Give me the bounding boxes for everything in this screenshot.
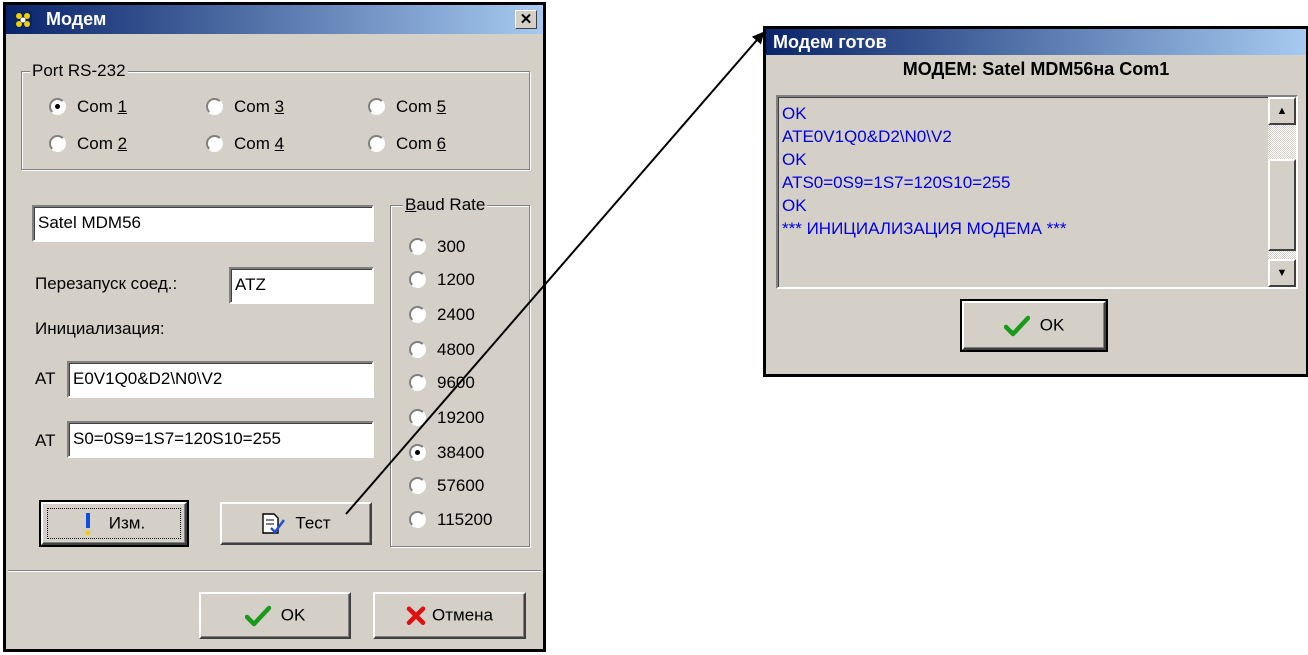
log-line: *** ИНИЦИАЛИЗАЦИЯ МОДЕМА ***: [782, 219, 1067, 238]
modem-dialog-title: Модем: [46, 9, 107, 29]
radio-com4-prefix: Com: [234, 134, 275, 153]
modem-dialog: Модем ✕ Port RS-232 Com 1 Com 3 Com 5 Co…: [3, 2, 546, 652]
baud-300-label: 300: [437, 237, 466, 256]
scroll-down-icon[interactable]: ▼: [1268, 259, 1296, 287]
radio-com2-indicator: [49, 135, 66, 152]
check-icon: [1003, 315, 1030, 336]
at-prefix-2: AT: [35, 431, 56, 450]
radio-com6-number: 6: [436, 134, 447, 153]
baud-115200-label: 115200: [437, 510, 493, 529]
port-group-legend: Port RS-232: [30, 61, 128, 81]
radio-com5-number: 5: [436, 97, 447, 116]
log-line: OK: [782, 150, 807, 169]
baud-2400-label: 2400: [437, 305, 475, 324]
at-prefix-1: AT: [35, 369, 56, 388]
close-button[interactable]: ✕: [515, 10, 537, 29]
radio-com2-number: 2: [117, 134, 128, 153]
log-line: ATS0=0S9=1S7=120S10=255: [782, 173, 1011, 192]
baud-1200-label: 1200: [437, 270, 475, 289]
modem-name-input[interactable]: Satel MDM56: [32, 205, 374, 242]
check-icon: [244, 605, 271, 626]
modem-ready-dialog: Модем готов МОДЕМ: Satel MDM56на Com1 OK…: [763, 26, 1308, 377]
radio-com4-number: 4: [274, 134, 285, 153]
radio-com6-prefix: Com: [396, 134, 437, 153]
radio-com1-indicator: [49, 98, 66, 115]
baud-57600-label: 57600: [437, 476, 485, 495]
modem-log[interactable]: OK ATE0V1Q0&D2\N0\V2 OK ATS0=0S9=1S7=120…: [776, 95, 1298, 289]
edit-button[interactable]: Изм.: [39, 500, 189, 547]
init-string-1-input[interactable]: E0V1Q0&D2\N0\V2: [67, 361, 374, 398]
reset-command-input[interactable]: ATZ: [229, 267, 374, 304]
radio-com6-indicator: [368, 135, 385, 152]
ready-dialog-title: Модем готов: [773, 32, 887, 52]
ready-dialog-titlebar[interactable]: Модем готов: [766, 29, 1306, 55]
ready-ok-button-label: OK: [1039, 314, 1065, 334]
radio-com5-prefix: Com: [396, 97, 437, 116]
radio-com1-number: 1: [117, 97, 128, 116]
edit-button-label: Изм.: [108, 512, 146, 532]
ok-button[interactable]: OK: [199, 592, 351, 639]
log-line: ATE0V1Q0&D2\N0\V2: [782, 127, 952, 146]
modem-dialog-titlebar[interactable]: Модем ✕: [6, 5, 543, 34]
baud-19200-label: 19200: [437, 408, 485, 427]
test-document-icon: [262, 512, 286, 534]
baud-4800-label: 4800: [437, 340, 475, 359]
scroll-up-icon[interactable]: ▲: [1268, 97, 1296, 125]
baud-legend-rest: aud Rate: [416, 195, 486, 214]
radio-com3-prefix: Com: [234, 97, 275, 116]
cancel-button-label: Отмена: [432, 605, 493, 625]
init-label: Инициализация:: [35, 319, 165, 338]
radio-com1-prefix: Com: [77, 97, 118, 116]
reset-label: Перезапуск соед.:: [35, 274, 178, 293]
radio-com3-number: 3: [274, 97, 285, 116]
init-string-2-input[interactable]: S0=0S9=1S7=120S10=255: [67, 421, 374, 458]
baud-legend-accel: B: [405, 195, 417, 214]
test-button[interactable]: Тест: [220, 502, 372, 545]
radio-com2-prefix: Com: [77, 134, 118, 153]
log-line: OK: [782, 196, 807, 215]
cross-icon: [406, 606, 426, 626]
ok-button-label: OK: [280, 604, 306, 624]
scroll-thumb[interactable]: [1268, 159, 1296, 251]
baud-38400-label: 38400: [437, 443, 485, 462]
dialog-separator: [8, 570, 541, 572]
cancel-button[interactable]: Отмена: [373, 592, 526, 639]
ready-dialog-heading: МОДЕМ: Satel MDM56на Com1: [902, 59, 1170, 79]
log-line: OK: [782, 104, 807, 123]
modem-app-icon: [14, 11, 32, 29]
ready-ok-button[interactable]: OK: [960, 299, 1108, 352]
radio-com4-indicator: [206, 135, 223, 152]
port-rs232-group: Port RS-232: [21, 61, 530, 170]
test-button-label: Тест: [295, 512, 331, 532]
edit-exclamation-icon: [85, 512, 90, 535]
close-icon: ✕: [519, 11, 533, 28]
baud-9600-label: 9600: [437, 373, 475, 392]
log-scrollbar[interactable]: ▲ ▼: [1268, 97, 1296, 287]
radio-com3-indicator: [206, 98, 223, 115]
radio-com5-indicator: [368, 98, 385, 115]
